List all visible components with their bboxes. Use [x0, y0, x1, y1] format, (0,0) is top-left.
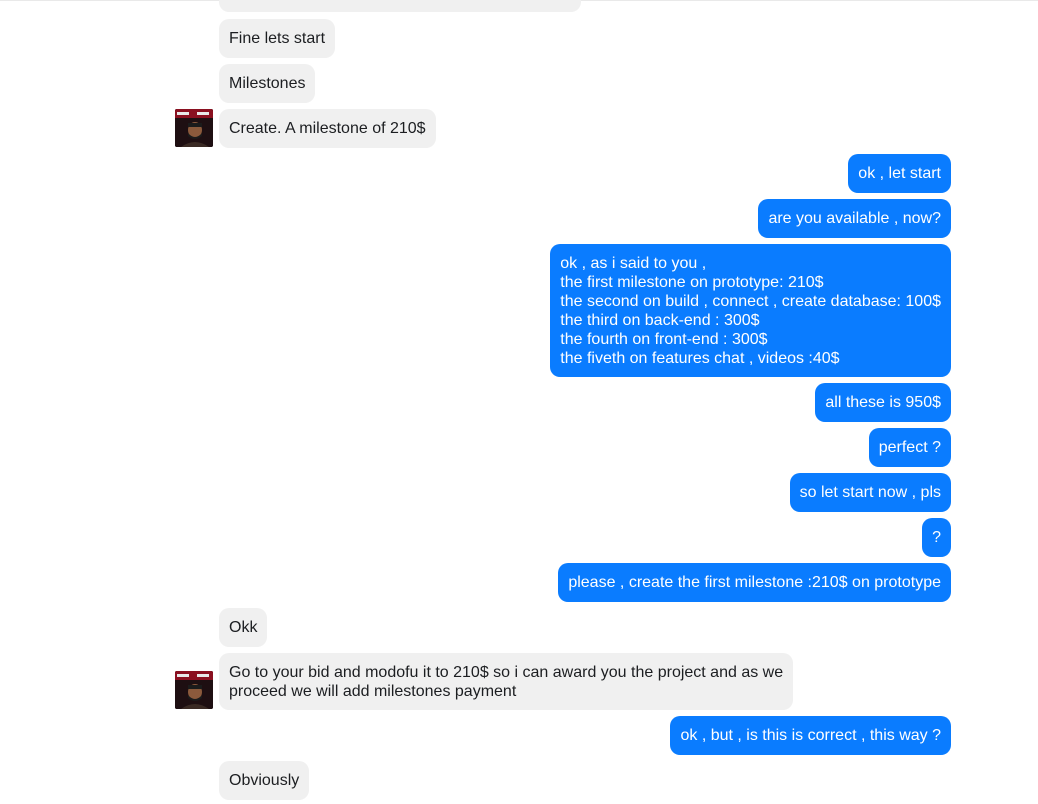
message-line: the third on back-end : 300$ [560, 312, 760, 329]
message-bubble-sent: all these is 950$ [815, 383, 951, 422]
message-text: Fine lets start [229, 30, 326, 47]
message-text: Milestones [229, 75, 306, 92]
message-bubble-cutoff [219, 0, 581, 12]
message-text: ok , let start [858, 165, 941, 182]
message-bubble-sent: please , create the first milestone :210… [558, 563, 951, 602]
message-bubble-sent: ok , let start [848, 154, 951, 193]
message-line: the fiveth on features chat , videos :40… [560, 350, 840, 367]
message-text: so let start now , pls [799, 484, 941, 501]
message-bubble-sent: so let start now , pls [789, 473, 951, 512]
message-bubble: Obviously [219, 761, 310, 800]
message-bubble: Fine lets start [219, 19, 336, 58]
message-text: Okk [229, 619, 258, 636]
message-line: the fourth on front-end : 300$ [560, 331, 768, 348]
message-bubble: Go to your bid and modofu it to 210$ so … [219, 653, 794, 710]
message-line: Go to your bid and modofu it to 210$ so … [229, 664, 784, 681]
message-text-block: ok , as i said to you , the first milest… [560, 254, 941, 368]
user-avatar-icon[interactable] [175, 671, 213, 709]
message-bubble: Milestones [219, 64, 316, 103]
user-avatar-icon[interactable] [175, 109, 213, 147]
avatar-photo-icon [175, 671, 213, 709]
message-line: proceed we will add milestones payment [229, 683, 517, 700]
message-text: please , create the first milestone :210… [568, 574, 941, 591]
message-line: the first milestone on prototype: 210$ [560, 274, 824, 291]
message-bubble-sent: ok , but , is this is correct , this way… [670, 716, 951, 755]
message-text: are you available , now? [768, 210, 941, 227]
message-text: Obviously [229, 772, 300, 789]
message-bubble-sent: ok , as i said to you , the first milest… [550, 244, 951, 377]
message-bubble-sent: perfect ? [868, 428, 951, 467]
message-text: ok , but , is this is correct , this way… [680, 727, 941, 744]
message-bubble-sent: ? [922, 518, 951, 557]
message-text: all these is 950$ [825, 394, 941, 411]
avatar-photo-icon [175, 109, 213, 147]
message-bubble-sent: are you available , now? [758, 199, 951, 238]
message-text: Create. A milestone of 210$ [229, 120, 426, 137]
message-line: ok , as i said to you , [560, 255, 707, 272]
message-text-block: Go to your bid and modofu it to 210$ so … [229, 663, 783, 701]
message-text: ? [932, 529, 941, 546]
message-line: the second on build , connect , create d… [560, 293, 941, 310]
message-bubble: Okk [219, 608, 268, 647]
message-bubble: Create. A milestone of 210$ [219, 109, 436, 148]
message-text: perfect ? [878, 439, 941, 456]
